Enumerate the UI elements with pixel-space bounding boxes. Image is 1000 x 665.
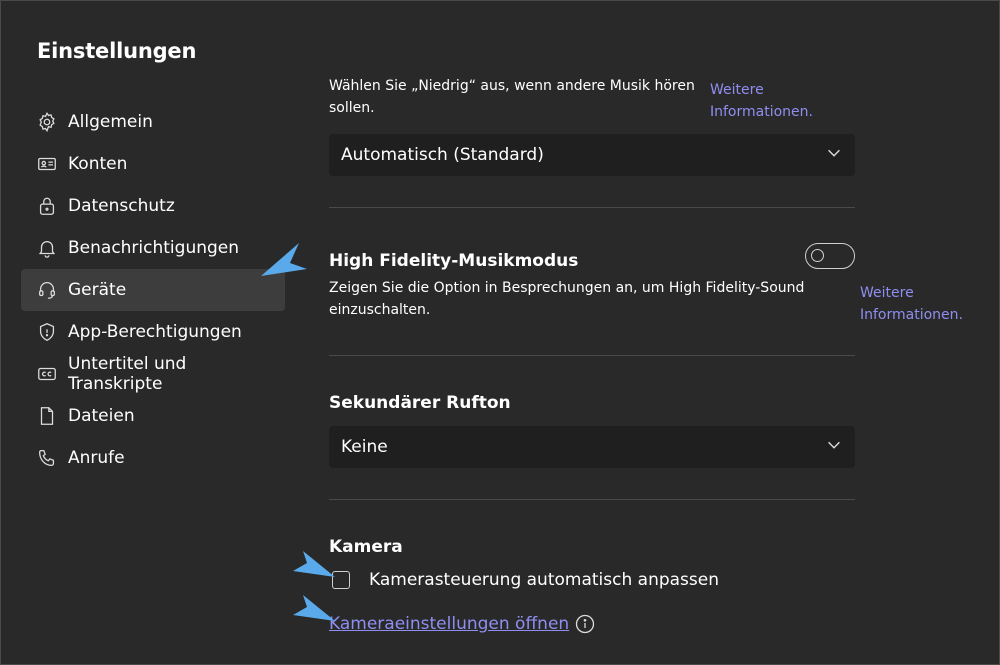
nav-item-label: Untertitel und Transkripte xyxy=(68,354,187,394)
cc-icon xyxy=(36,363,58,385)
music-mode-dropdown[interactable]: Automatisch (Standard) xyxy=(329,134,855,176)
nav-item-label: Anrufe xyxy=(68,448,125,468)
hifi-more-info-link[interactable]: Weitere Informationen. xyxy=(860,282,980,326)
hifi-title: High Fidelity-Musikmodus xyxy=(329,251,579,271)
bell-icon xyxy=(36,237,58,259)
nav-item-label: Allgemein xyxy=(68,112,153,132)
annotation-arrow-icon xyxy=(293,551,335,577)
phone-icon xyxy=(36,447,58,469)
camera-auto-adjust-label: Kamerasteuerung automatisch anpassen xyxy=(369,570,719,590)
nav-item-geraete[interactable]: Geräte xyxy=(21,269,285,311)
headset-icon xyxy=(36,279,58,301)
nav-item-benachrichtigungen[interactable]: Benachrichtigungen xyxy=(21,227,285,269)
nav-item-label: Dateien xyxy=(68,406,135,426)
gear-icon xyxy=(36,111,58,133)
nav-item-dateien[interactable]: Dateien xyxy=(21,395,285,437)
nav-item-label: Geräte xyxy=(68,280,127,300)
nav-item-konten[interactable]: Konten xyxy=(21,143,285,185)
hifi-toggle[interactable] xyxy=(805,243,855,269)
camera-title: Kamera xyxy=(329,537,403,557)
nav-item-untertitel[interactable]: Untertitel und Transkripte xyxy=(21,353,285,395)
divider xyxy=(329,207,855,208)
settings-nav: Allgemein Konten Datenschutz Benachricht… xyxy=(21,101,285,479)
music-description: Wählen Sie „Niedrig“ aus, wenn andere Mu… xyxy=(329,78,695,116)
annotation-arrow-icon xyxy=(293,595,335,621)
dropdown-value: Keine xyxy=(341,437,388,457)
nav-item-app-berechtigungen[interactable]: App-Berechtigungen xyxy=(21,311,285,353)
ringtone-title: Sekundärer Rufton xyxy=(329,393,511,413)
divider xyxy=(329,355,855,356)
nav-item-anrufe[interactable]: Anrufe xyxy=(21,437,285,479)
hifi-description: Zeigen Sie die Option in Besprechungen a… xyxy=(329,280,805,318)
music-more-info-link[interactable]: Weitere Informationen. xyxy=(710,79,830,123)
nav-item-label: Benachrichtigungen xyxy=(68,238,240,258)
shield-icon xyxy=(36,321,58,343)
nav-item-datenschutz[interactable]: Datenschutz xyxy=(21,185,285,227)
chevron-down-icon xyxy=(825,144,843,167)
nav-item-allgemein[interactable]: Allgemein xyxy=(21,101,285,143)
nav-item-label: Datenschutz xyxy=(68,196,175,216)
toggle-knob xyxy=(811,249,824,262)
chevron-down-icon xyxy=(825,436,843,459)
id-card-icon xyxy=(36,153,58,175)
dropdown-value: Automatisch (Standard) xyxy=(341,145,544,165)
lock-icon xyxy=(36,195,58,217)
settings-window: Einstellungen Allgemein Konten Datenschu… xyxy=(0,0,1000,665)
annotation-arrow-icon xyxy=(261,243,307,276)
page-title: Einstellungen xyxy=(37,39,197,63)
nav-item-label: App-Berechtigungen xyxy=(68,322,242,342)
info-icon[interactable] xyxy=(575,614,595,634)
ringtone-dropdown[interactable]: Keine xyxy=(329,426,855,468)
file-icon xyxy=(36,405,58,427)
divider xyxy=(329,499,855,500)
camera-settings-link[interactable]: Kameraeinstellungen öffnen xyxy=(329,614,569,634)
nav-item-label: Konten xyxy=(68,154,128,174)
